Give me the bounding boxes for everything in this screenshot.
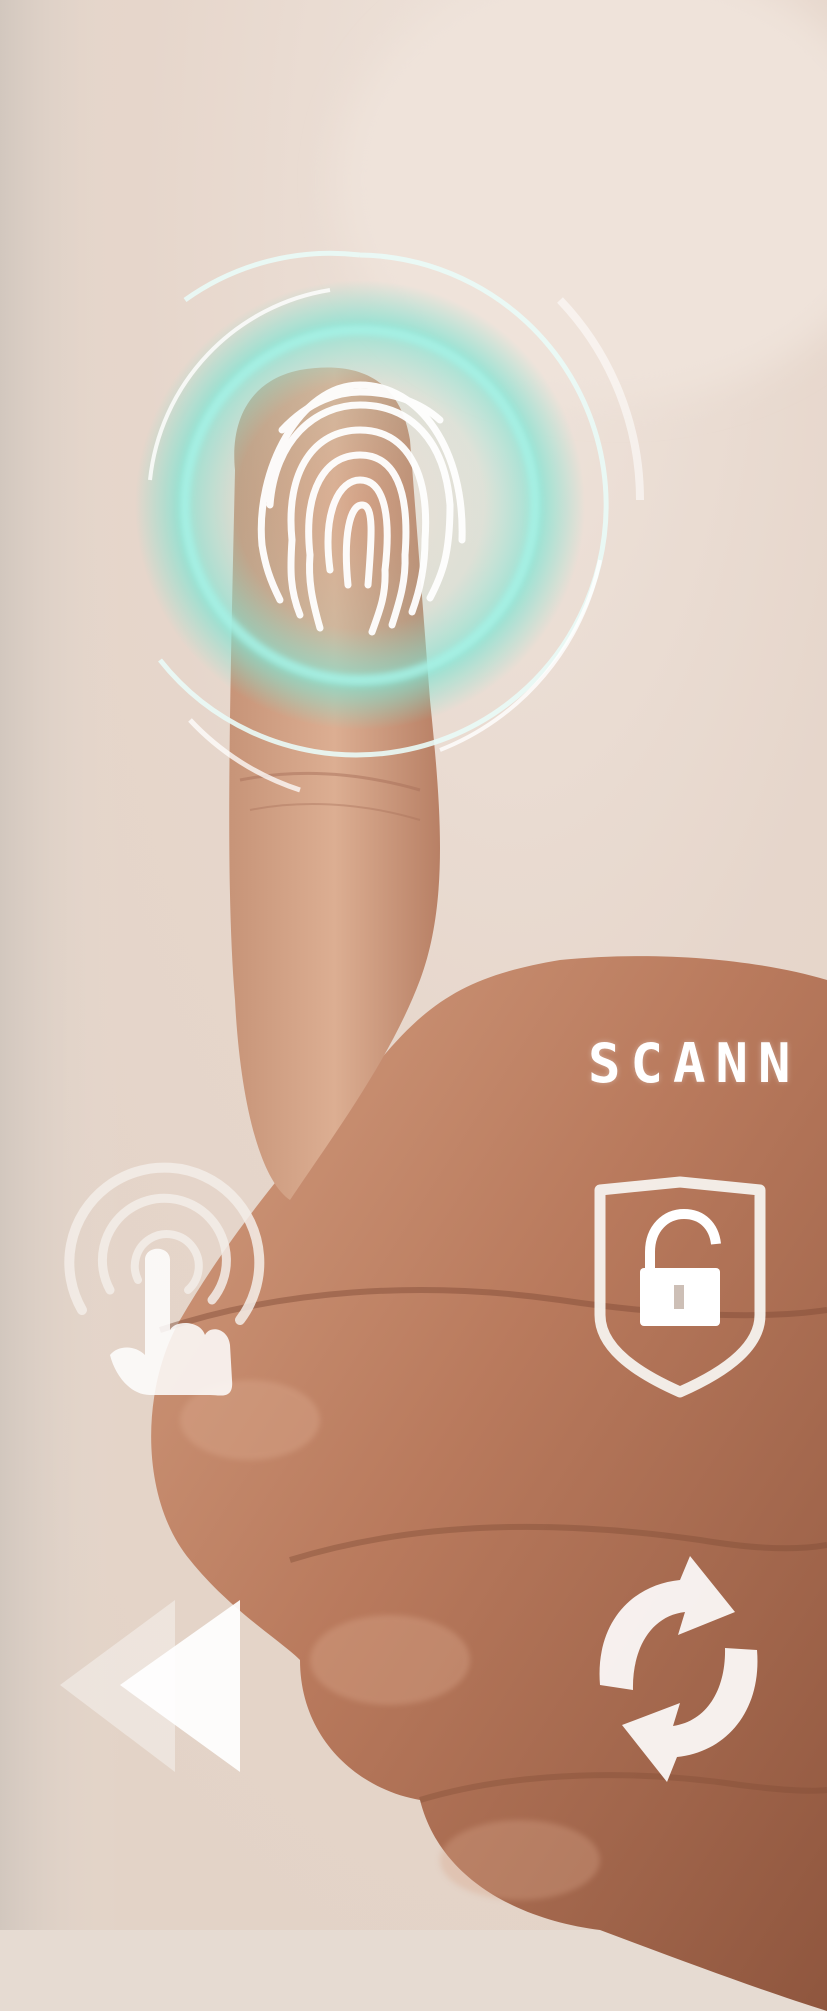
knuckle-highlight-2 xyxy=(310,1615,470,1705)
scanning-label: SCANN xyxy=(588,1032,801,1095)
knuckle-highlight-3 xyxy=(440,1820,600,1900)
scene xyxy=(0,0,827,2011)
